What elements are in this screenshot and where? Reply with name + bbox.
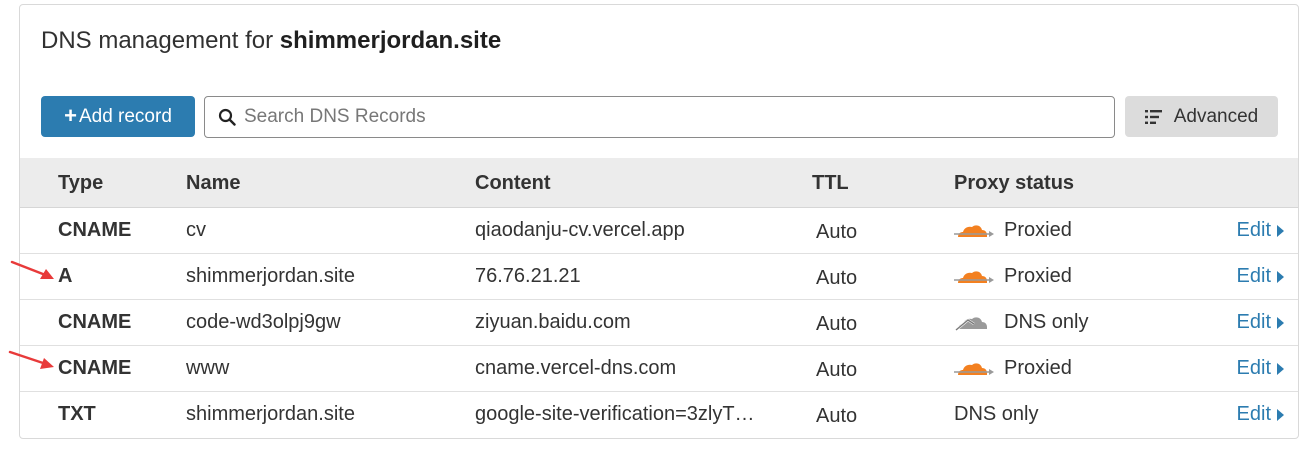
record-content: google-site-verification=3zlyT…: [475, 403, 755, 425]
dns-management-card: DNS management for shimmerjordan.site + …: [19, 4, 1299, 439]
cloud-gray-icon: [955, 316, 987, 331]
record-name: www: [186, 357, 230, 379]
plus-icon: +: [64, 102, 77, 128]
advanced-label: Advanced: [1173, 105, 1259, 127]
record-ttl: Auto: [816, 359, 858, 381]
header-content[interactable]: Content: [475, 172, 551, 195]
table-row[interactable]: TXT shimmerjordan.site google-site-verif…: [20, 392, 1298, 438]
proxy-status: Proxied: [954, 265, 1072, 288]
add-record-button[interactable]: + Add record: [41, 96, 195, 137]
record-content: 76.76.21.21: [475, 265, 581, 287]
cloud-orange-icon: [954, 362, 994, 375]
page-title: DNS management for shimmerjordan.site: [41, 27, 502, 54]
edit-link[interactable]: Edit: [1237, 219, 1284, 242]
edit-link[interactable]: Edit: [1237, 311, 1284, 334]
table-row[interactable]: CNAME code-wd3olpj9gw ziyuan.baidu.com A…: [20, 300, 1298, 346]
record-type: A: [58, 265, 73, 287]
edit-link[interactable]: Edit: [1237, 265, 1284, 288]
caret-right-icon: [1277, 362, 1284, 375]
record-content: cname.vercel-dns.com: [475, 357, 677, 379]
record-type: TXT: [58, 403, 96, 425]
record-type: CNAME: [58, 357, 132, 379]
search-box[interactable]: [204, 96, 1115, 138]
caret-right-icon: [1277, 408, 1284, 421]
search-input[interactable]: [244, 106, 1084, 128]
caret-right-icon: [1277, 316, 1284, 329]
record-ttl: Auto: [816, 313, 858, 335]
record-ttl: Auto: [816, 221, 858, 243]
proxy-status-label: Proxied: [1004, 357, 1072, 379]
advanced-button[interactable]: Advanced: [1125, 96, 1278, 137]
table-row[interactable]: CNAME cv qiaodanju-cv.vercel.app Auto Pr…: [20, 208, 1298, 254]
proxy-status-label: Proxied: [1004, 219, 1072, 241]
header-type[interactable]: Type: [58, 172, 103, 195]
record-name: shimmerjordan.site: [186, 403, 355, 425]
header-ttl[interactable]: TTL: [812, 172, 849, 195]
record-content: qiaodanju-cv.vercel.app: [475, 219, 685, 241]
cloud-orange-icon: [954, 270, 994, 283]
domain-name: shimmerjordan.site: [279, 27, 502, 54]
red-arrow-icon: [10, 260, 54, 279]
proxy-status: Proxied: [954, 219, 1072, 242]
record-ttl: Auto: [816, 405, 858, 427]
header-name[interactable]: Name: [186, 172, 240, 195]
record-content: ziyuan.baidu.com: [475, 311, 631, 333]
record-name: shimmerjordan.site: [186, 265, 355, 287]
proxy-status: Proxied: [954, 357, 1072, 380]
table-row[interactable]: CNAME www cname.vercel-dns.com Auto Prox…: [20, 346, 1298, 392]
edit-link[interactable]: Edit: [1237, 357, 1284, 380]
add-record-label: Add record: [78, 105, 172, 127]
red-arrow-icon: [8, 350, 54, 369]
record-type: CNAME: [58, 219, 132, 241]
proxy-status: DNS only: [954, 311, 1088, 334]
edit-link[interactable]: Edit: [1237, 403, 1284, 426]
list-filter-icon: [1144, 109, 1162, 124]
caret-right-icon: [1277, 270, 1284, 283]
table-header: Type Name Content TTL Proxy status: [20, 158, 1298, 208]
proxy-status-label: Proxied: [1004, 265, 1072, 287]
search-icon: [218, 108, 236, 126]
record-name: cv: [186, 219, 206, 241]
dns-records-table: Type Name Content TTL Proxy status CNAME…: [20, 158, 1298, 438]
record-ttl: Auto: [816, 267, 858, 289]
cloud-orange-icon: [954, 224, 994, 237]
proxy-status-label: DNS only: [954, 403, 1039, 425]
header-proxy-status[interactable]: Proxy status: [954, 172, 1074, 195]
table-row[interactable]: A shimmerjordan.site 76.76.21.21 Auto Pr…: [20, 254, 1298, 300]
caret-right-icon: [1277, 224, 1284, 237]
proxy-status-label: DNS only: [1004, 311, 1089, 333]
record-type: CNAME: [58, 311, 132, 333]
record-name: code-wd3olpj9gw: [186, 311, 341, 333]
